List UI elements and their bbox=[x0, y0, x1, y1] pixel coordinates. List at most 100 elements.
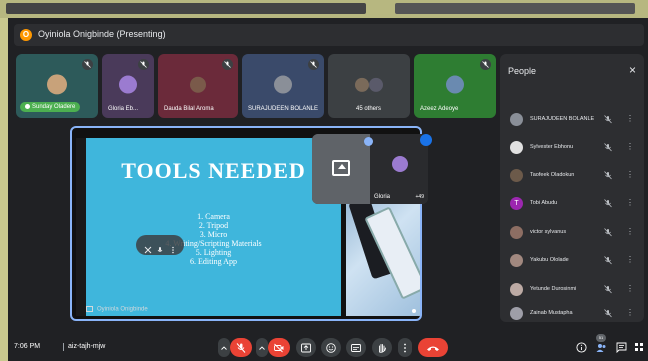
mic-off-icon bbox=[308, 59, 319, 70]
slide-left-edge bbox=[76, 138, 86, 316]
more-options-icon[interactable]: ⋮ bbox=[626, 142, 634, 151]
mic-off-icon bbox=[222, 59, 233, 70]
presentation-slide: TOOLS NEEDED 1. Camera 2. Tripod 3. Micr… bbox=[86, 138, 341, 316]
avatar bbox=[190, 76, 206, 93]
stage-presenter-label: Oyiniola Onigbinde bbox=[86, 306, 148, 313]
captions-button[interactable] bbox=[346, 338, 366, 357]
slide-item: 1. Camera bbox=[197, 212, 230, 221]
mic-off-icon bbox=[604, 309, 612, 318]
more-icon[interactable] bbox=[169, 241, 177, 254]
people-list-item[interactable]: Zainab Mustapha ⋮ bbox=[508, 307, 638, 320]
more-options-icon[interactable]: ⋮ bbox=[626, 308, 634, 317]
participant-count-badge: 51 bbox=[596, 334, 606, 342]
slide-list: 1. Camera 2. Tripod 3. Micro 4. Writing/… bbox=[86, 212, 341, 266]
people-icon[interactable] bbox=[596, 342, 607, 353]
avatar bbox=[510, 141, 523, 154]
participant-tile-others[interactable]: 45 others bbox=[328, 54, 410, 118]
person-name: Tobi Abudu bbox=[530, 200, 558, 206]
close-icon[interactable]: × bbox=[629, 63, 636, 77]
avatar bbox=[392, 156, 408, 172]
tile-name: Azeez Adeoye bbox=[420, 106, 459, 112]
people-list-item[interactable]: Yakubu Ololade ⋮ bbox=[508, 251, 638, 271]
people-list-item[interactable]: Yetunde Durosinmi ⋮ bbox=[508, 280, 638, 300]
more-options-icon[interactable]: ⋮ bbox=[626, 114, 634, 123]
tile-name: Dauda Bilal Aroma bbox=[164, 106, 214, 112]
pin-icon[interactable] bbox=[364, 137, 373, 146]
tile-name: Sunday Oladere bbox=[32, 104, 76, 110]
presenter-badge: O bbox=[20, 29, 32, 41]
mic-off-icon bbox=[604, 256, 612, 265]
share-screen-icon[interactable] bbox=[332, 160, 350, 176]
more-options-button[interactable] bbox=[398, 338, 412, 357]
stage-indicator bbox=[412, 309, 416, 313]
speaking-dot bbox=[25, 103, 30, 109]
mic-toggle-button[interactable] bbox=[230, 338, 252, 357]
camera-off-icon bbox=[274, 343, 284, 352]
meeting-window: O Oyiniola Onigbinde (Presenting) Sunday… bbox=[8, 18, 648, 361]
avatar bbox=[510, 283, 523, 296]
mic-off-icon bbox=[604, 285, 612, 294]
hand-icon bbox=[379, 343, 386, 353]
avatar bbox=[355, 77, 370, 92]
person-name: victor sylvanus bbox=[530, 229, 567, 235]
emoji-button[interactable] bbox=[321, 338, 341, 357]
people-list-item[interactable]: victor sylvanus ⋮ bbox=[508, 223, 638, 243]
browser-bar-right bbox=[395, 3, 635, 14]
end-call-button[interactable] bbox=[418, 338, 448, 357]
participant-tile[interactable]: SURAJUDEEN BOLANLE bbox=[242, 54, 324, 118]
avatar bbox=[510, 307, 523, 320]
tile-name: SURAJUDEEN BOLANLE bbox=[248, 106, 319, 112]
participant-tile[interactable]: Dauda Bilal Aroma bbox=[158, 54, 238, 118]
participant-tile[interactable]: Gloria Eb... bbox=[102, 54, 154, 118]
presenting-bar: O Oyiniola Onigbinde (Presenting) bbox=[14, 24, 644, 46]
camera-toggle-button[interactable] bbox=[268, 338, 290, 357]
clock-time: 7:06 PM bbox=[14, 343, 41, 350]
expand-icon[interactable] bbox=[420, 134, 432, 146]
avatar bbox=[510, 113, 523, 126]
more-options-icon[interactable]: ⋮ bbox=[626, 227, 634, 236]
slide-item: 5. Lighting bbox=[195, 248, 232, 257]
people-list-item[interactable]: Sylvester Ebhonu ⋮ bbox=[508, 138, 638, 158]
more-options-icon[interactable]: ⋮ bbox=[626, 170, 634, 179]
hang-up-icon bbox=[427, 346, 439, 351]
mic-icon[interactable] bbox=[156, 241, 164, 252]
crop-icon[interactable] bbox=[144, 241, 152, 254]
avatar bbox=[446, 75, 464, 94]
emoji-icon bbox=[326, 342, 336, 353]
floating-self-view[interactable]: Gloria +49 bbox=[312, 134, 428, 204]
share-screen-area[interactable] bbox=[312, 134, 370, 204]
raise-hand-button[interactable] bbox=[372, 338, 392, 357]
tile-hover-controls[interactable] bbox=[136, 235, 184, 255]
mic-options-button[interactable] bbox=[218, 338, 230, 357]
avatar bbox=[368, 77, 383, 92]
stage-presenter-name: Oyiniola Onigbinde bbox=[97, 307, 148, 313]
mic-off-icon bbox=[604, 115, 612, 124]
mic-off-icon bbox=[480, 59, 491, 70]
more-vert-icon bbox=[404, 343, 406, 352]
person-name: Yetunde Durosinmi bbox=[530, 286, 577, 292]
activities-icon[interactable] bbox=[634, 342, 645, 353]
participant-tile[interactable]: Azeez Adeoye bbox=[414, 54, 496, 118]
mic-off-icon bbox=[604, 199, 612, 208]
person-name: Yakubu Ololade bbox=[530, 257, 569, 263]
cam-name: Gloria bbox=[374, 194, 391, 200]
tile-name: Gloria Eb... bbox=[108, 106, 139, 112]
camera-options-button[interactable] bbox=[256, 338, 268, 357]
present-button[interactable] bbox=[296, 338, 316, 357]
people-list-item[interactable]: SURAJUDEEN BOLANLE ⋮ bbox=[508, 110, 638, 130]
avatar bbox=[510, 226, 523, 239]
avatar: T bbox=[510, 197, 523, 210]
more-options-icon[interactable]: ⋮ bbox=[626, 198, 634, 207]
chat-icon[interactable] bbox=[616, 342, 627, 353]
info-icon[interactable] bbox=[576, 342, 587, 353]
presenting-title: Oyiniola Onigbinde (Presenting) bbox=[38, 29, 166, 39]
more-options-icon[interactable]: ⋮ bbox=[626, 255, 634, 264]
mic-off-icon bbox=[604, 143, 612, 152]
more-options-icon[interactable]: ⋮ bbox=[626, 284, 634, 293]
people-list-item[interactable]: Taofeek Oladokun ⋮ bbox=[508, 166, 638, 186]
person-name: Zainab Mustapha bbox=[530, 310, 573, 316]
person-name: SURAJUDEEN BOLANLE bbox=[530, 116, 595, 122]
participant-tile[interactable]: Sunday Oladere bbox=[16, 54, 98, 118]
people-list-item[interactable]: T Tobi Abudu ⋮ bbox=[508, 194, 638, 214]
captions-icon bbox=[351, 343, 361, 352]
